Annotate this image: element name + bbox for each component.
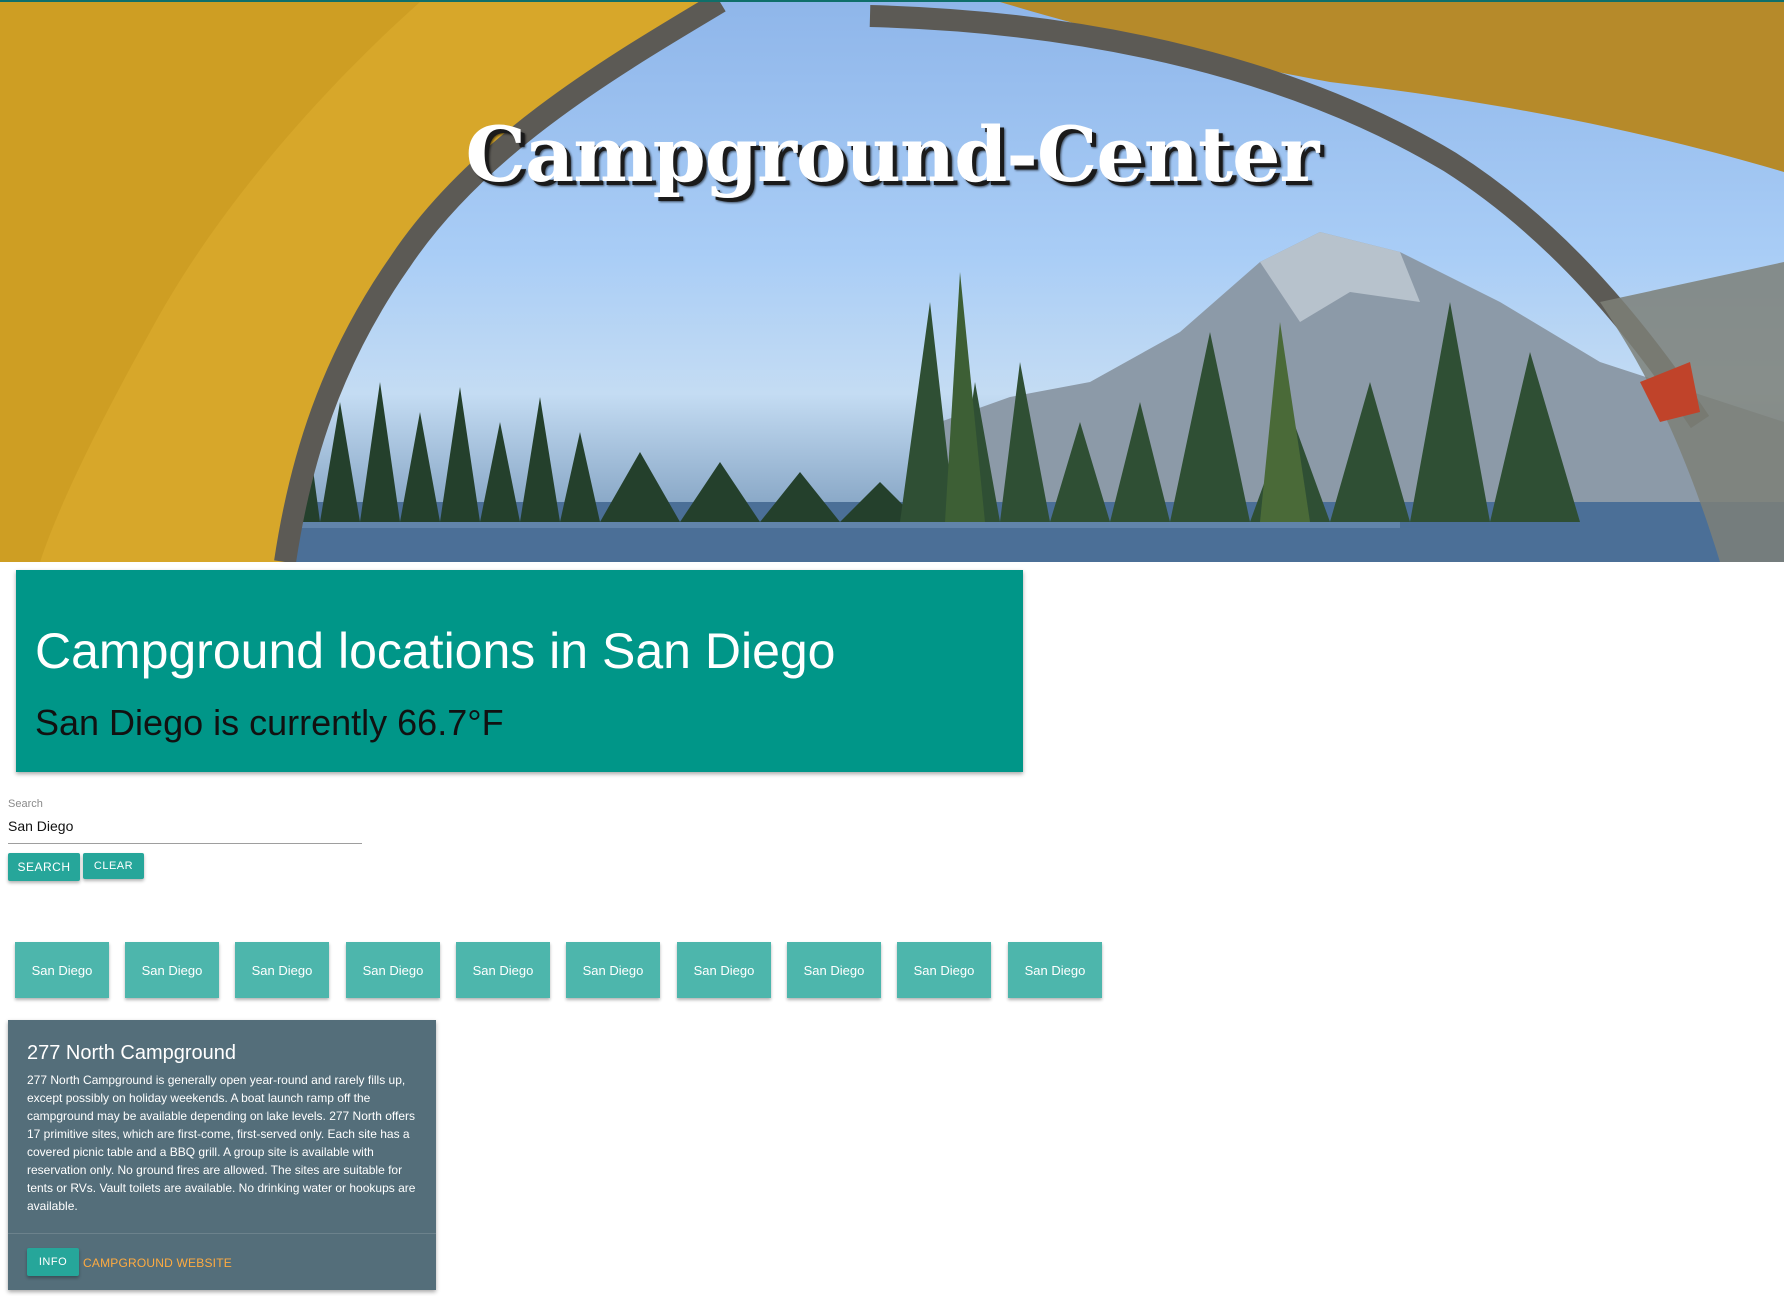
campground-description: 277 North Campground is generally open y… [27,1073,416,1213]
hero-banner: Campground-Center [0,2,1784,562]
location-heading: Campground locations in San Diego [35,623,836,679]
history-city-button[interactable]: San Diego [787,942,881,998]
history-city-button[interactable]: San Diego [346,942,440,998]
history-city-button[interactable]: San Diego [566,942,660,998]
location-panel: Campground locations in San Diego San Di… [16,570,1023,772]
search-label: Search [8,798,43,810]
clear-button[interactable]: CLEAR [83,853,144,879]
history-city-button[interactable]: San Diego [235,942,329,998]
site-title: Campground-Center [465,110,1320,199]
history-city-button[interactable]: San Diego [15,942,109,998]
history-city-button[interactable]: San Diego [677,942,771,998]
hero-image [0,2,1784,562]
card-divider [8,1233,436,1234]
search-button[interactable]: SEARCH [8,853,80,881]
history-city-button[interactable]: San Diego [897,942,991,998]
campground-title: 277 North Campground [27,1042,237,1064]
info-button[interactable]: INFO [27,1248,79,1276]
campground-card: 277 North Campground 277 North Campgroun… [8,1020,436,1290]
campground-website-link[interactable]: CAMPGROUND WEBSITE [83,1256,232,1270]
history-city-button[interactable]: San Diego [1008,942,1102,998]
search-form: Search [8,798,362,844]
weather-readout: San Diego is currently 66.7°F [35,702,504,743]
search-input[interactable] [8,818,362,844]
history-city-button[interactable]: San Diego [456,942,550,998]
history-city-button[interactable]: San Diego [125,942,219,998]
